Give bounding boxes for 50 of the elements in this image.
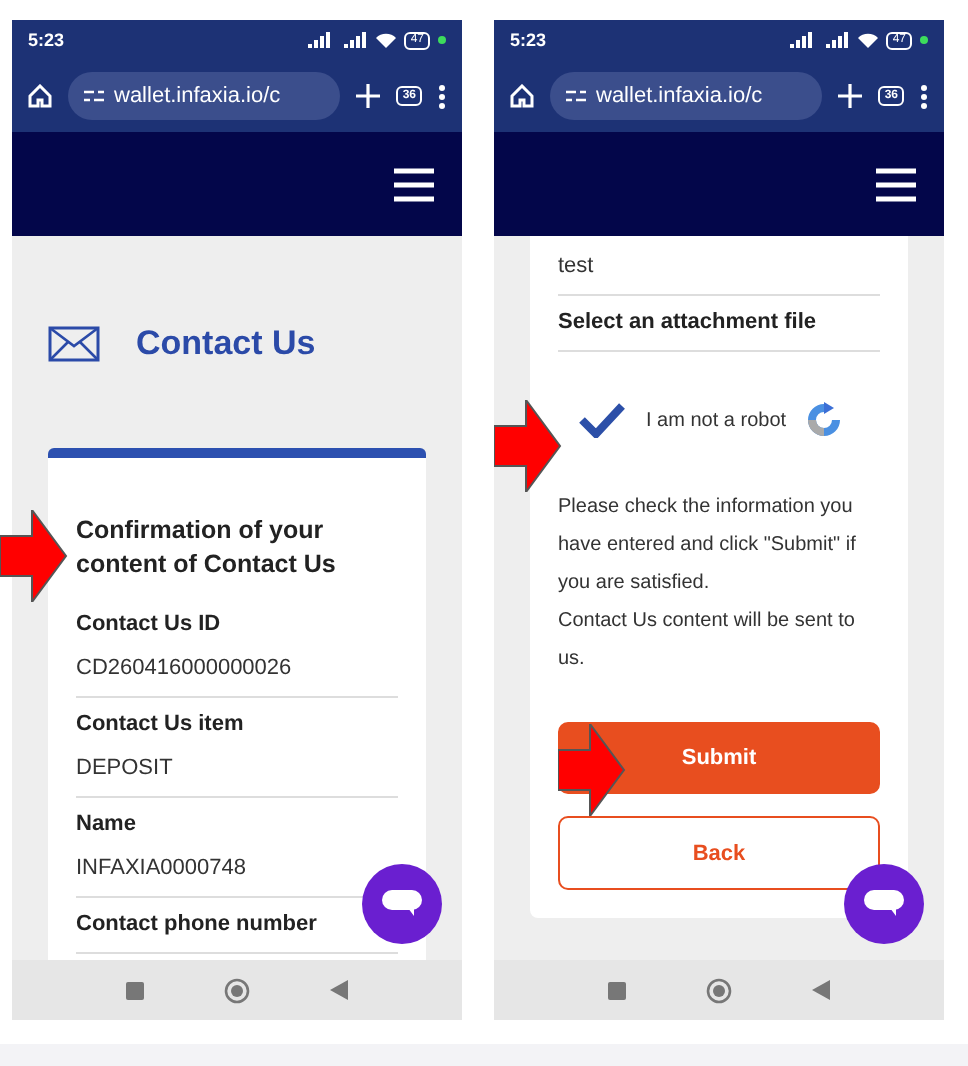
home-circle-icon[interactable] [706,977,732,1003]
notice-text: Please check the information you have entered and click "Submit" if you are satisfied. [558,494,858,598]
back-icon[interactable] [812,980,830,1000]
home-circle-icon[interactable] [224,977,250,1003]
home-icon[interactable] [28,84,52,108]
site-settings-icon[interactable] [566,88,586,104]
notice-text: Contact Us content will be sent to us. [558,608,857,674]
back-button[interactable]: Back [558,816,880,890]
menu-icon[interactable] [394,167,434,201]
back-icon[interactable] [330,980,348,1000]
captcha-label: I am not a robot [646,409,787,431]
arrow-icon [558,724,626,816]
home-icon[interactable] [510,84,534,108]
envelope-icon [48,326,100,362]
status-dot [920,36,928,44]
chat-icon [382,890,422,918]
arrow-icon [494,400,562,492]
status-time: 5:23 [28,30,65,50]
field-value: INFAXIA0000748 [76,856,249,880]
status-dot [438,36,446,44]
wifi-icon [858,32,879,48]
menu-icon[interactable] [920,83,928,109]
address-field[interactable]: wallet.infaxia.io/c [550,72,823,120]
recaptcha-icon [806,402,843,438]
menu-icon[interactable] [876,167,916,201]
card-heading: Confirmation of your content of Contact Us [76,514,338,582]
field-label: Name [76,812,138,836]
captcha-checkbox[interactable] [578,400,626,440]
field-value: test [558,254,596,278]
field-label: Contact phone number [76,912,319,936]
field-label: Select an attachment file [558,310,818,334]
menu-icon[interactable] [438,83,446,109]
signal-icon [308,32,369,48]
field-value: DEPOSIT [76,756,175,780]
arrow-icon [0,510,68,602]
address-field[interactable]: wallet.infaxia.io/c [68,72,341,120]
plus-icon[interactable] [838,84,863,108]
wifi-icon [376,32,397,48]
field-value: CD260416000000026 [76,656,294,680]
square-icon[interactable] [608,981,626,999]
square-icon[interactable] [126,981,144,999]
page-title: Contact Us [136,324,316,364]
signal-icon [790,32,851,48]
site-settings-icon[interactable] [84,88,104,104]
field-label: Contact Us ID [76,612,223,636]
chat-button[interactable] [844,864,924,944]
status-time: 5:23 [510,30,547,50]
chat-icon [864,890,904,918]
plus-icon[interactable] [356,84,381,108]
field-label: Contact Us item [76,712,246,736]
